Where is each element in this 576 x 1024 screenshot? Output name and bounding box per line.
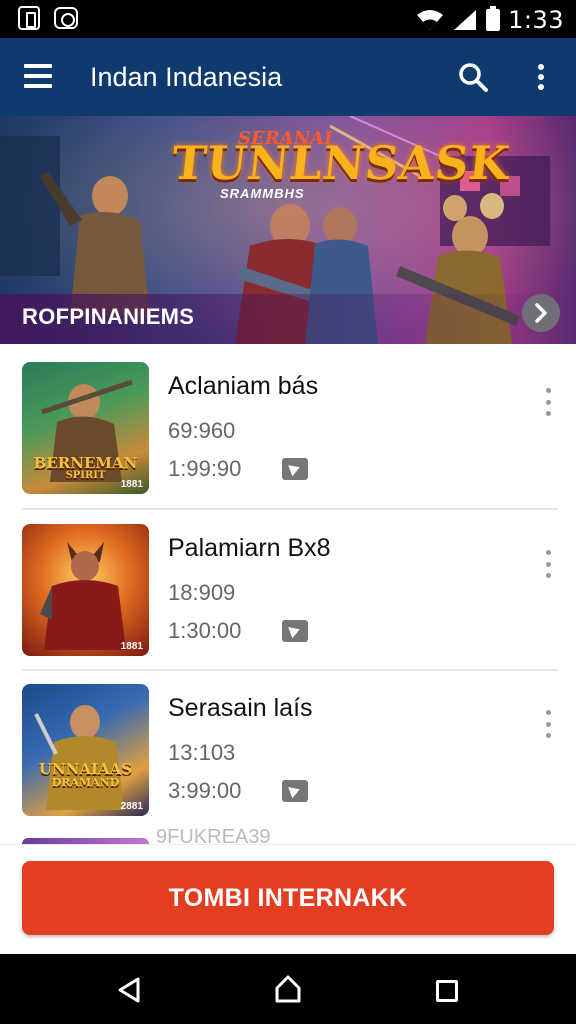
recents-icon[interactable] xyxy=(436,980,458,1002)
status-bar: 1:33 xyxy=(0,0,576,38)
banner-subtitle: SRAMMBHS xyxy=(220,186,305,201)
hero-banner[interactable]: SERANAI TUNLNSASK SRAMMBHS ROFPINANIEMS xyxy=(0,116,576,344)
status-icons-right: 1:33 xyxy=(416,6,564,34)
item-duration: 1:99:90 xyxy=(168,456,242,481)
item-duration: 1:30:00 xyxy=(168,618,242,643)
thumb-badge: 1881 xyxy=(120,479,143,490)
list-item[interactable]: UNNAIAAS DRAMAND 2881 Serasain laís 13:1… xyxy=(0,666,576,826)
item-meta: 13:103 xyxy=(168,740,236,765)
item-thumbnail: BERNEMAN SPIRIT 1881 xyxy=(22,362,149,494)
system-nav-bar xyxy=(0,954,576,1024)
more-vert-icon[interactable] xyxy=(536,62,546,92)
status-icons-left xyxy=(18,6,78,30)
list-item[interactable]: BERNEMAN SPIRIT 1881 Aclaniam bás 69:960… xyxy=(0,344,576,504)
back-icon[interactable] xyxy=(116,976,142,1004)
item-title: Palamiarn Bx8 xyxy=(168,534,331,562)
wifi-icon xyxy=(417,10,444,30)
list-item[interactable]: 1881 Palamiarn Bx8 18:909 1:30:00 xyxy=(0,506,576,666)
page-title: Indan Indanesia xyxy=(90,62,283,92)
item-title: Aclaniam bás xyxy=(168,372,319,400)
thumb-sublabel: DRAMAND xyxy=(51,776,120,789)
search-icon[interactable] xyxy=(458,62,488,92)
primary-action-button[interactable]: TOMBI INTERNAKK xyxy=(22,861,554,935)
thumb-badge: 1881 xyxy=(120,641,143,652)
home-icon[interactable] xyxy=(274,974,302,1004)
item-title-peek: 9FUKREA39 xyxy=(156,826,271,844)
more-vert-icon[interactable] xyxy=(544,550,552,578)
item-meta: 18:909 xyxy=(168,580,236,605)
signal-icon xyxy=(454,10,477,30)
app-bar: Indan Indanesia xyxy=(0,38,576,116)
battery-icon xyxy=(486,6,501,31)
notification-icon xyxy=(18,6,40,30)
message-icon xyxy=(54,7,78,29)
play-icon[interactable] xyxy=(282,458,308,480)
item-duration: 3:99:00 xyxy=(168,778,242,803)
more-vert-icon[interactable] xyxy=(544,388,552,416)
item-thumbnail: 1881 xyxy=(22,524,149,656)
thumb-badge: 2881 xyxy=(120,801,143,812)
more-vert-icon[interactable] xyxy=(544,710,552,738)
chevron-right-icon[interactable] xyxy=(522,294,560,332)
item-title: Serasain laís xyxy=(168,694,313,722)
item-meta: 69:960 xyxy=(168,418,236,443)
play-icon[interactable] xyxy=(282,780,308,802)
item-thumbnail: UNNAIAAS DRAMAND 2881 xyxy=(22,684,149,816)
status-time: 1:33 xyxy=(508,6,564,34)
play-icon[interactable] xyxy=(282,620,308,642)
banner-title: TUNLNSASK xyxy=(169,136,513,190)
menu-icon[interactable] xyxy=(24,64,52,88)
banner-caption: ROFPINANIEMS xyxy=(22,304,195,329)
